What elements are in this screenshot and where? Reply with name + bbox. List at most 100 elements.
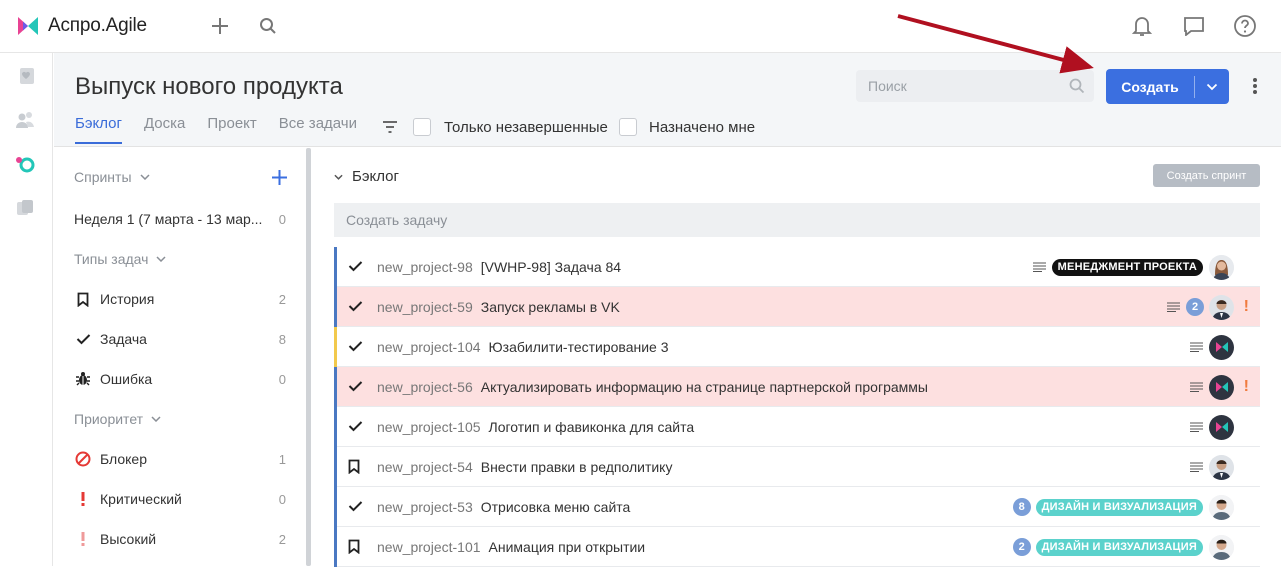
task-label[interactable]: new_project-104 Юзабилити-тестирование 3	[377, 339, 669, 355]
task-row[interactable]: new_project-105 Логотип и фавиконка для с…	[334, 407, 1260, 447]
description-icon	[1190, 339, 1203, 355]
task-key[interactable]: new_project-105	[377, 419, 481, 435]
task-priority-bar	[334, 287, 337, 327]
chat-icon[interactable]	[1182, 14, 1206, 38]
task-tag[interactable]: ДИЗАЙН И ВИЗУАЛИЗАЦИЯ	[1035, 538, 1203, 556]
avatar[interactable]	[1209, 374, 1234, 400]
task-key[interactable]: new_project-101	[377, 539, 481, 555]
avatar[interactable]	[1209, 294, 1234, 320]
task-row[interactable]: new_project-59 Запуск рекламы в VK 2!	[334, 287, 1260, 327]
priority-high[interactable]: Высокий 2	[74, 528, 286, 550]
avatar[interactable]	[1209, 334, 1234, 360]
tab-all-tasks[interactable]: Все задачи	[279, 115, 357, 144]
tab-project[interactable]: Проект	[207, 115, 256, 144]
project-header: Выпуск нового продукта Бэклог Доска Прое…	[54, 53, 1281, 147]
task-title[interactable]: Отрисовка меню сайта	[481, 499, 631, 515]
type-task[interactable]: Задача 8	[74, 328, 286, 350]
task-tag[interactable]: МЕНЕДЖМЕНТ ПРОЕКТА	[1051, 258, 1203, 276]
type-story-label: История	[100, 291, 155, 307]
task-key[interactable]: new_project-54	[377, 459, 473, 475]
task-title[interactable]: Логотип и фавиконка для сайта	[489, 419, 695, 435]
search-input[interactable]	[856, 70, 1094, 102]
task-title[interactable]: Юзабилити-тестирование 3	[489, 339, 669, 355]
task-key[interactable]: new_project-59	[377, 299, 473, 315]
priority-blocker[interactable]: Блокер 1	[74, 448, 286, 470]
priority-label: Приоритет	[74, 411, 144, 427]
app-logo[interactable]: Аспро.Agile	[16, 14, 147, 38]
task-key[interactable]: new_project-104	[377, 339, 481, 355]
task-meta	[1190, 447, 1260, 487]
task-meta: 2 ДИЗАЙН И ВИЗУАЛИЗАЦИЯ	[1012, 527, 1260, 567]
task-meta: 8 ДИЗАЙН И ВИЗУАЛИЗАЦИЯ	[1012, 487, 1260, 527]
more-icon[interactable]	[1252, 77, 1258, 100]
task-title[interactable]: Запуск рекламы в VK	[481, 299, 620, 315]
unfinished-label: Только незавершенные	[444, 119, 608, 136]
check-icon	[348, 419, 363, 435]
task-label[interactable]: new_project-56 Актуализировать информацию…	[377, 379, 928, 395]
assigned-checkbox[interactable]	[619, 118, 637, 136]
types-header[interactable]: Типы задач	[74, 248, 286, 270]
task-key[interactable]: new_project-98	[377, 259, 473, 275]
task-title[interactable]: [VWHP-98] Задача 84	[481, 259, 621, 275]
documents-icon[interactable]	[14, 197, 36, 219]
task-row[interactable]: new_project-104 Юзабилити-тестирование 3	[334, 327, 1260, 367]
task-title[interactable]: Анимация при открытии	[489, 539, 646, 555]
chevron-down-icon	[156, 256, 166, 262]
unfinished-checkbox[interactable]	[413, 118, 431, 136]
chevron-down-icon[interactable]	[1195, 83, 1229, 91]
type-bug-label: Ошибка	[100, 371, 153, 387]
task-row[interactable]: new_project-54 Внести правки в редполитик…	[334, 447, 1260, 487]
tab-board[interactable]: Доска	[144, 115, 185, 144]
sprint-item[interactable]: Неделя 1 (7 марта - 13 мар... 0	[74, 208, 286, 230]
avatar[interactable]	[1209, 534, 1234, 560]
task-key[interactable]: new_project-56	[377, 379, 473, 395]
create-sprint-button[interactable]: Создать спринт	[1153, 164, 1260, 187]
help-icon[interactable]	[1233, 14, 1257, 38]
sprints-header[interactable]: Спринты	[74, 166, 287, 188]
task-row[interactable]: new_project-101 Анимация при открытии 2 ДИЗ…	[334, 527, 1260, 567]
backlog-header[interactable]: Бэклог	[334, 168, 399, 185]
task-tag[interactable]: ДИЗАЙН И ВИЗУАЛИЗАЦИЯ	[1035, 498, 1203, 516]
description-icon	[1167, 299, 1180, 315]
task-title[interactable]: Внести правки в редполитику	[481, 459, 673, 475]
task-row[interactable]: new_project-56 Актуализировать информацию…	[334, 367, 1260, 407]
task-label[interactable]: new_project-98 [VWHP-98] Задача 84	[377, 259, 621, 275]
task-key[interactable]: new_project-53	[377, 499, 473, 515]
app-name: Аспро.Agile	[48, 15, 147, 36]
sidebar-scrollbar[interactable]	[306, 148, 311, 566]
priority-critical[interactable]: Критический 0	[74, 488, 286, 510]
task-row[interactable]: new_project-98 [VWHP-98] Задача 84 МЕНЕДЖМ…	[334, 247, 1260, 287]
task-label[interactable]: new_project-53 Отрисовка меню сайта	[377, 499, 630, 515]
team-icon[interactable]	[14, 109, 36, 131]
favorites-icon[interactable]	[14, 65, 36, 87]
task-label[interactable]: new_project-59 Запуск рекламы в VK	[377, 299, 620, 315]
tab-backlog[interactable]: Бэклог	[75, 115, 122, 144]
task-label[interactable]: new_project-54 Внести правки в редполитик…	[377, 459, 672, 475]
type-task-count: 8	[278, 331, 286, 347]
create-button[interactable]: Создать	[1106, 69, 1229, 104]
task-label[interactable]: new_project-101 Анимация при открытии	[377, 539, 645, 555]
task-row[interactable]: new_project-53 Отрисовка меню сайта 8 ДИЗАЙ…	[334, 487, 1260, 527]
description-icon	[1190, 379, 1203, 395]
bell-icon[interactable]	[1130, 14, 1154, 38]
avatar[interactable]	[1209, 414, 1234, 440]
avatar[interactable]	[1209, 454, 1234, 480]
type-story[interactable]: История 2	[74, 288, 286, 310]
priority-header[interactable]: Приоритет	[74, 408, 286, 430]
add-sprint-icon[interactable]	[272, 169, 287, 185]
type-bug[interactable]: Ошибка 0	[74, 368, 286, 390]
create-task-input[interactable]	[334, 203, 1260, 237]
priority-critical-count: 0	[278, 491, 286, 507]
task-title[interactable]: Актуализировать информацию на странице п…	[481, 379, 928, 395]
type-story-count: 2	[278, 291, 286, 307]
add-icon[interactable]	[208, 14, 232, 38]
type-bug-count: 0	[278, 371, 286, 387]
avatar[interactable]	[1209, 494, 1234, 520]
sprints-label: Спринты	[74, 169, 132, 185]
projects-icon[interactable]	[14, 153, 36, 175]
filter-icon[interactable]	[382, 120, 398, 139]
task-label[interactable]: new_project-105 Логотип и фавиконка для с…	[377, 419, 694, 435]
backlog-title: Бэклог	[352, 168, 399, 185]
search-icon[interactable]	[256, 14, 280, 38]
avatar[interactable]	[1209, 254, 1234, 280]
